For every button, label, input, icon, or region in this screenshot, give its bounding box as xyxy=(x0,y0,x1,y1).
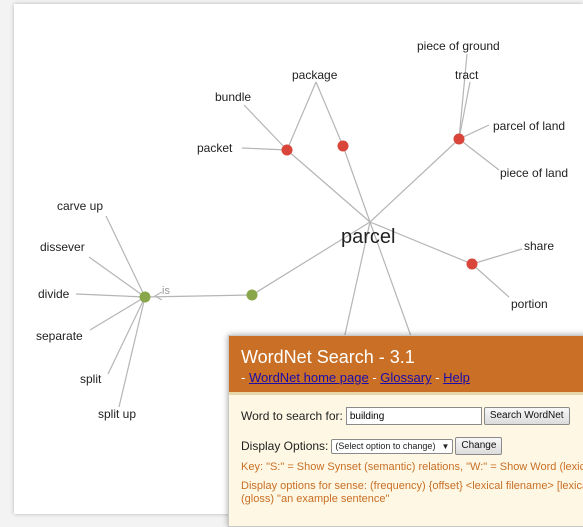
display-options-select[interactable]: (Select option to change) ▼ xyxy=(331,438,454,454)
label-bundle[interactable]: bundle xyxy=(215,90,251,104)
change-button[interactable]: Change xyxy=(455,437,503,455)
label-packet[interactable]: packet xyxy=(197,141,233,155)
search-row: Word to search for: Search WordNet xyxy=(241,407,583,425)
display-options-text: Display options for sense: (frequency) {… xyxy=(241,480,583,492)
label-split[interactable]: split xyxy=(80,372,102,386)
wordnet-search-panel: WordNet Search - 3.1 - WordNet home page… xyxy=(228,335,583,527)
label-separate[interactable]: separate xyxy=(36,329,83,343)
wordnet-title: WordNet Search - 3.1 xyxy=(241,347,415,367)
label-carve-up[interactable]: carve up xyxy=(57,199,103,213)
label-tract[interactable]: tract xyxy=(455,68,479,82)
label-piece-of-ground[interactable]: piece of ground xyxy=(417,39,500,53)
node-packet-synset[interactable] xyxy=(281,144,293,156)
edge-label-is: is xyxy=(162,285,170,297)
node-divide-synset[interactable] xyxy=(139,291,151,303)
center-word[interactable]: parcel xyxy=(341,226,395,248)
edge-arrow-icon xyxy=(153,291,163,301)
node-verb-synset[interactable] xyxy=(246,289,258,301)
label-parcel-of-land[interactable]: parcel of land xyxy=(493,119,565,133)
gloss-example-text: (gloss) "an example sentence" xyxy=(241,493,390,505)
search-wordnet-button[interactable]: Search WordNet xyxy=(483,407,570,425)
wordnet-links: - WordNet home page - Glossary - Help xyxy=(241,369,583,387)
options-label: Display Options: xyxy=(241,439,329,453)
search-input[interactable] xyxy=(345,407,482,425)
node-land-synset[interactable] xyxy=(453,133,465,145)
label-divide[interactable]: divide xyxy=(38,287,70,301)
search-label: Word to search for: xyxy=(241,409,343,423)
label-share[interactable]: share xyxy=(524,239,554,253)
node-package-synset[interactable] xyxy=(337,140,349,152)
wordnet-home-link[interactable]: WordNet home page xyxy=(249,370,369,385)
link-separator: - xyxy=(435,370,440,385)
label-piece-of-land[interactable]: piece of land xyxy=(500,166,568,180)
options-row: Display Options: (Select option to chang… xyxy=(241,437,583,455)
key-text: Key: "S:" = Show Synset (semantic) relat… xyxy=(241,461,583,473)
label-portion[interactable]: portion xyxy=(511,297,548,311)
chevron-down-icon: ▼ xyxy=(441,441,450,451)
label-split-up[interactable]: split up xyxy=(98,407,136,421)
help-link[interactable]: Help xyxy=(443,370,470,385)
link-separator: - xyxy=(241,370,246,385)
glossary-link[interactable]: Glossary xyxy=(380,370,431,385)
wordnet-body: Word to search for: Search WordNet Displ… xyxy=(229,392,583,526)
link-separator: - xyxy=(372,370,377,385)
label-dissever[interactable]: dissever xyxy=(40,240,85,254)
options-selected-value: (Select option to change) xyxy=(335,440,436,451)
wordnet-header: WordNet Search - 3.1 - WordNet home page… xyxy=(229,336,583,392)
node-share-synset[interactable] xyxy=(466,258,478,270)
label-package[interactable]: package xyxy=(292,68,338,82)
